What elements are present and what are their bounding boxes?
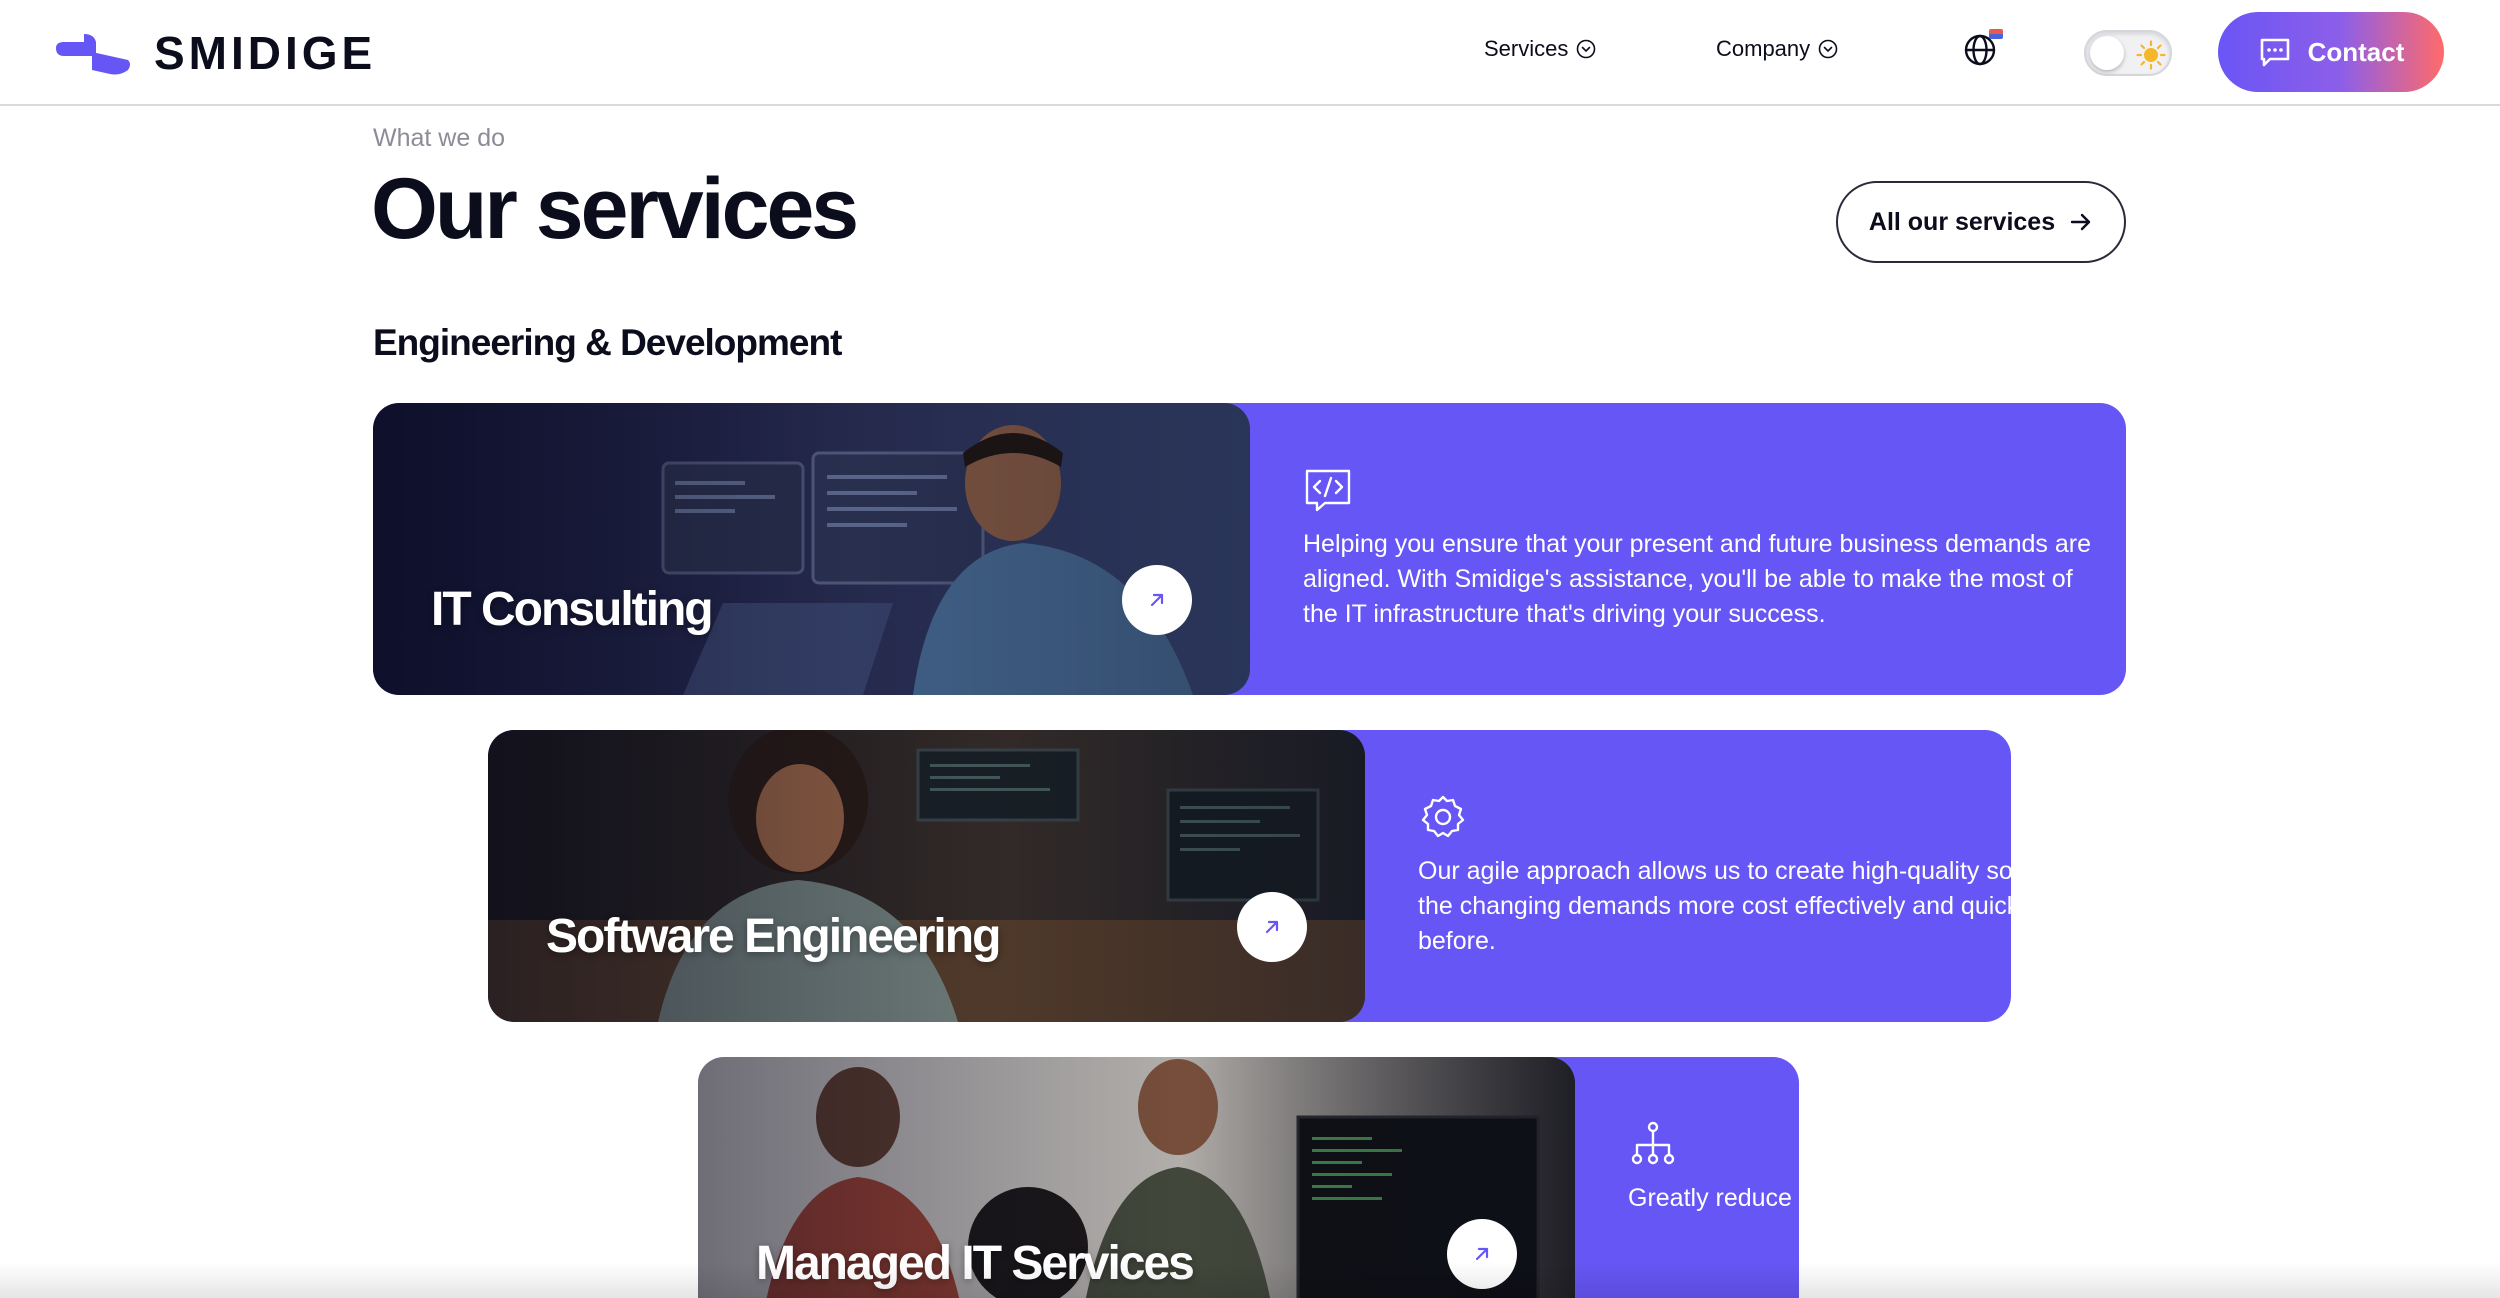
nav-company[interactable]: Company	[1716, 36, 1838, 62]
language-selector[interactable]	[1962, 29, 2003, 72]
category-heading: Engineering & Development	[373, 322, 842, 363]
flag-icon	[1989, 29, 2003, 39]
nav-services-label: Services	[1484, 36, 1569, 61]
image-overlay	[373, 403, 1250, 695]
arrow-up-right-icon	[1265, 920, 1279, 934]
card-description: Our agile approach allows us to create h…	[1418, 857, 2011, 955]
sun-icon	[2136, 40, 2166, 70]
card-image: IT Consulting	[373, 403, 1250, 695]
contact-label: Contact	[2307, 36, 2405, 67]
card-title: IT Consulting	[431, 583, 714, 636]
service-card-it-consulting[interactable]: IT Consulting Helping you ensure that yo…	[373, 403, 2126, 695]
page-title: Our services	[371, 161, 859, 257]
card-link-button[interactable]	[1237, 892, 1307, 962]
page: SMIDIGE Services Company Contact What we…	[0, 0, 2500, 1298]
card-image: Managed IT Services	[698, 1057, 1575, 1298]
card-description: Greatly reduce system functio services w…	[1628, 1184, 1799, 1212]
contact-button[interactable]: Contact	[2218, 12, 2444, 92]
all-services-label: All our services	[1868, 207, 2056, 236]
card-title: Software Engineering	[546, 910, 1001, 963]
chevron-down-icon	[1577, 39, 1596, 59]
logo-mark-icon	[56, 34, 130, 75]
gear-icon	[1418, 792, 1468, 842]
section-eyebrow: What we do	[373, 124, 506, 152]
card-description: Helping you ensure that your present and…	[1303, 530, 2091, 628]
logo[interactable]: SMIDIGE	[54, 30, 376, 76]
card-image: Software Engineering	[488, 730, 1365, 1022]
arrow-up-right-icon	[1150, 593, 1164, 607]
theme-toggle[interactable]	[2084, 30, 2172, 76]
card-title: Managed IT Services	[756, 1237, 1195, 1290]
arrow-up-right-icon	[1475, 1247, 1489, 1261]
chat-icon	[2260, 38, 2289, 67]
service-card-managed-it-services[interactable]: Managed IT Services Greatly reduce syste…	[698, 1057, 1799, 1298]
chevron-down-icon	[1818, 39, 1838, 59]
service-card-software-engineering[interactable]: Software Engineering Our agile approach …	[488, 730, 2011, 1022]
code-icon	[1303, 465, 1353, 515]
brand-name: SMIDIGE	[154, 27, 377, 79]
arrow-right-icon	[2070, 213, 2091, 231]
toggle-knob	[2090, 36, 2124, 70]
card-link-button[interactable]	[1122, 565, 1192, 635]
all-services-button[interactable]: All our services	[1836, 181, 2126, 263]
network-icon	[1628, 1119, 1678, 1169]
card-link-button[interactable]	[1447, 1219, 1517, 1289]
nav-services[interactable]: Services	[1484, 36, 1596, 62]
site-header: SMIDIGE Services Company Contact	[0, 0, 2500, 106]
image-overlay	[488, 730, 1365, 1022]
nav-company-label: Company	[1716, 36, 1811, 61]
